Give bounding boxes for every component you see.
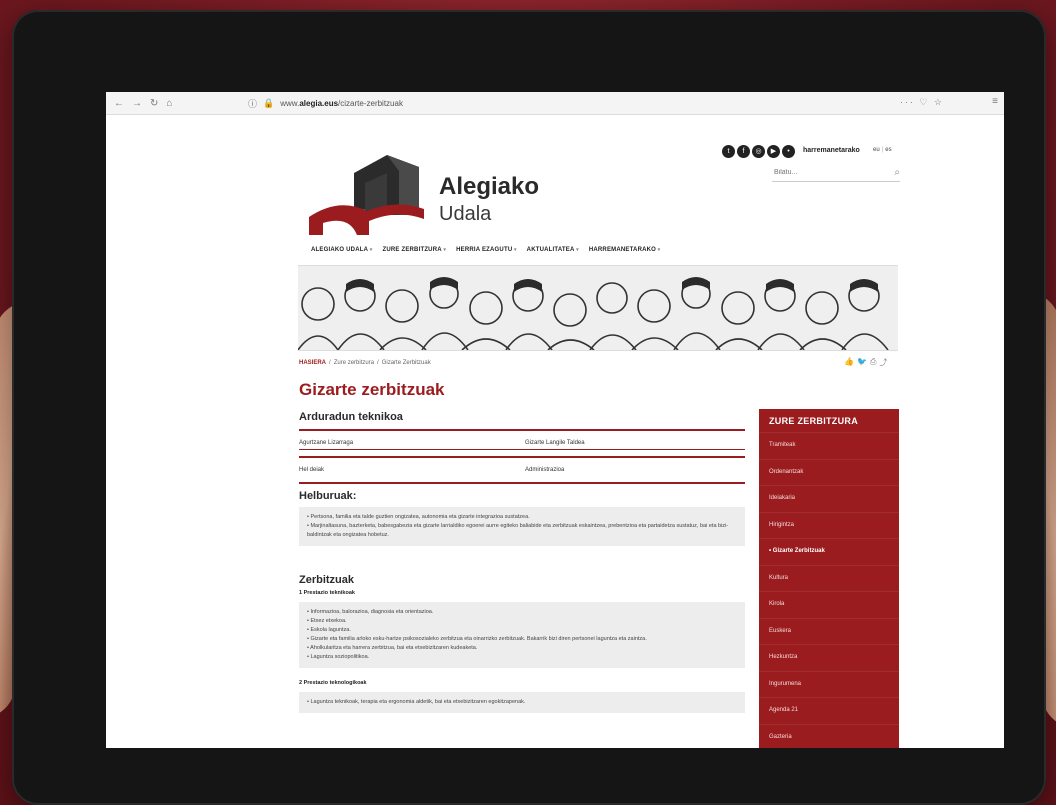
brand-subtitle: Udala (439, 203, 492, 225)
nav-item-herria-ezagutu[interactable]: HERRIA EZAGUTU (456, 247, 517, 253)
services-heading: Zerbitzuak (299, 574, 355, 586)
breadcrumb-level1[interactable]: Zure zerbitzura (334, 360, 374, 366)
breadcrumb-home[interactable]: HASIERA (299, 360, 326, 366)
sidebar: ZURE ZERBITZURA Tramiteak Ordenantzak Id… (759, 409, 899, 748)
nav-item-alegiako-udala[interactable]: ALEGIAKO UDALA (311, 247, 372, 253)
goals-heading: Helburuak: (299, 490, 357, 502)
site-logo[interactable]: Alegiako Udala (309, 155, 549, 245)
youtube-icon[interactable]: ▶ (767, 145, 780, 158)
logo-graphic-icon (309, 155, 424, 235)
service-group-title: 2 Prestazio teknologikoak (299, 680, 367, 686)
menu-icon[interactable]: ≡ (992, 96, 998, 107)
sidebar-item-gizarte-zerbitzuak[interactable]: Gizarte Zerbitzuak (759, 538, 899, 565)
web-page: Alegiako Udala t f ◎ ▶ • harremanetarako… (106, 115, 1004, 748)
twitter-icon[interactable]: t (722, 145, 735, 158)
sidebar-item-gazteria[interactable]: Gazteria (759, 723, 899, 749)
share-icon[interactable]: ⤴ (879, 357, 887, 368)
tablet-frame: ← → ↻ ⌂ ⓘ 🔒 www.alegia.eus/cizarte-zerbi… (12, 10, 1046, 805)
search-icon[interactable]: ⌕ (894, 167, 900, 178)
services-list: Laguntza teknikoak, terapia eta ergonomi… (299, 692, 745, 713)
breadcrumb: HASIERA / Zure zerbitzura / Gizarte Zerb… (299, 360, 431, 366)
sidebar-item-euskera[interactable]: Euskera (759, 617, 899, 645)
lang-eu[interactable]: eu (873, 147, 880, 153)
contact-role: Gizarte Langile Taldea (525, 440, 585, 446)
reload-icon[interactable]: ↻ (150, 98, 158, 109)
list-item: Laguntza soziopolitikoa. (307, 653, 737, 662)
search-input[interactable] (772, 167, 866, 177)
language-switcher: eu | es (873, 147, 892, 153)
list-item: Aholkularitza eta harrera zerbitzua, bai… (307, 644, 737, 653)
sidebar-title: ZURE ZERBITZURA (769, 416, 858, 426)
main-navigation: ALEGIAKO UDALA ZURE ZERBITZURA HERRIA EZ… (311, 247, 660, 253)
page-title: Gizarte zerbitzuak (299, 380, 445, 399)
info-icon[interactable]: ⓘ (248, 97, 257, 110)
nav-item-harremanetarako[interactable]: HARREMANETARAKO (589, 247, 661, 253)
sidebar-item-hirigintza[interactable]: Hirigintza (759, 511, 899, 539)
divider (299, 456, 745, 458)
goals-list: Pertsona, familia eta talde guztien ongi… (299, 507, 745, 546)
breadcrumb-separator: / (329, 360, 331, 366)
list-item: Eskola laguntza. (307, 626, 737, 635)
brand-title: Alegiako (439, 173, 540, 200)
contact-row: Hel deiak Administrazioa (299, 464, 745, 476)
facebook-icon[interactable]: f (737, 145, 750, 158)
search-box: ⌕ (772, 163, 900, 182)
list-item: Marjinaltasuna, bazterketa, babesgabezia… (307, 522, 737, 540)
divider (299, 429, 745, 431)
nav-item-zure-zerbitzura[interactable]: ZURE ZERBITZURA (382, 247, 446, 253)
sidebar-item-hezkuntza[interactable]: Hezkuntza (759, 644, 899, 671)
main-content: Arduradun teknikoa Agurtzane Lizarraga G… (299, 411, 745, 713)
flickr-icon[interactable]: • (782, 145, 795, 158)
responsible-heading: Arduradun teknikoa (299, 411, 403, 423)
lock-icon: 🔒 (263, 97, 275, 108)
sidebar-item-tramiteak[interactable]: Tramiteak (759, 432, 899, 459)
contact-person: Agurtzane Lizarraga (299, 440, 354, 446)
url-text[interactable]: www.alegia.eus/cizarte-zerbitzuak (280, 99, 403, 108)
contact-link[interactable]: harremanetarako (803, 147, 860, 154)
divider (299, 449, 745, 450)
contact-person: Hel deiak (299, 467, 325, 473)
service-group-title: 1 Prestazio teknikoak (299, 590, 355, 596)
sidebar-item-agenda-21[interactable]: Agenda 21 (759, 697, 899, 724)
url-path: /cizarte-zerbitzuak (338, 98, 403, 108)
list-item: Gizarte eta familia arloko esku-hartze p… (307, 635, 737, 644)
lang-separator: | (881, 147, 884, 153)
url-domain: alegia.eus (299, 98, 339, 108)
instagram-icon[interactable]: ◎ (752, 145, 765, 158)
contact-row: Agurtzane Lizarraga Gizarte Langile Tald… (299, 437, 745, 449)
url-bar[interactable]: ⓘ 🔒 www.alegia.eus/cizarte-zerbitzuak (248, 97, 403, 110)
print-icon[interactable]: ⎙ (870, 357, 876, 368)
breadcrumb-separator: / (377, 360, 379, 366)
url-prefix: www. (280, 98, 300, 108)
sidebar-item-ingurumena[interactable]: Ingurumena (759, 670, 899, 698)
like-icon[interactable]: 👍 (844, 357, 854, 368)
back-icon[interactable]: ← (114, 98, 124, 109)
list-item: Laguntza teknikoak, terapia eta ergonomi… (307, 698, 737, 707)
sidebar-item-kultura[interactable]: Kultura (759, 564, 899, 592)
people-illustration (298, 277, 889, 350)
list-item: Informazioa, balorazioa, diagnosia eta o… (307, 608, 737, 617)
twitter-share-icon[interactable]: 🐦 (857, 357, 867, 368)
breadcrumb-level2: Gizarte Zerbitzuak (381, 360, 431, 366)
sidebar-item-kirola[interactable]: Kirola (759, 591, 899, 618)
sidebar-item-ideiakaria[interactable]: Ideiakaria (759, 485, 899, 512)
page-actions[interactable]: ··· ♡ ☆ (900, 97, 944, 108)
tablet-screen: ← → ↻ ⌂ ⓘ 🔒 www.alegia.eus/cizarte-zerbi… (106, 92, 1004, 748)
header-banner (298, 265, 898, 351)
list-item: Etxez etxekoa. (307, 617, 737, 626)
forward-icon[interactable]: → (132, 98, 142, 109)
home-icon[interactable]: ⌂ (166, 98, 172, 109)
social-links: t f ◎ ▶ • (722, 145, 795, 158)
nav-item-aktualitatea[interactable]: AKTUALITATEA (527, 247, 579, 253)
sidebar-item-ordenantzak[interactable]: Ordenantzak (759, 458, 899, 486)
list-item: Pertsona, familia eta talde guztien ongi… (307, 513, 737, 522)
divider (299, 482, 745, 484)
browser-nav-buttons: ← → ↻ ⌂ (106, 98, 234, 109)
browser-toolbar: ← → ↻ ⌂ ⓘ 🔒 www.alegia.eus/cizarte-zerbi… (106, 92, 1004, 115)
services-list: Informazioa, balorazioa, diagnosia eta o… (299, 602, 745, 668)
lang-es[interactable]: es (885, 147, 891, 153)
share-icons: 👍 🐦 ⎙ ⤴ (844, 357, 887, 368)
contact-role: Administrazioa (525, 467, 565, 473)
